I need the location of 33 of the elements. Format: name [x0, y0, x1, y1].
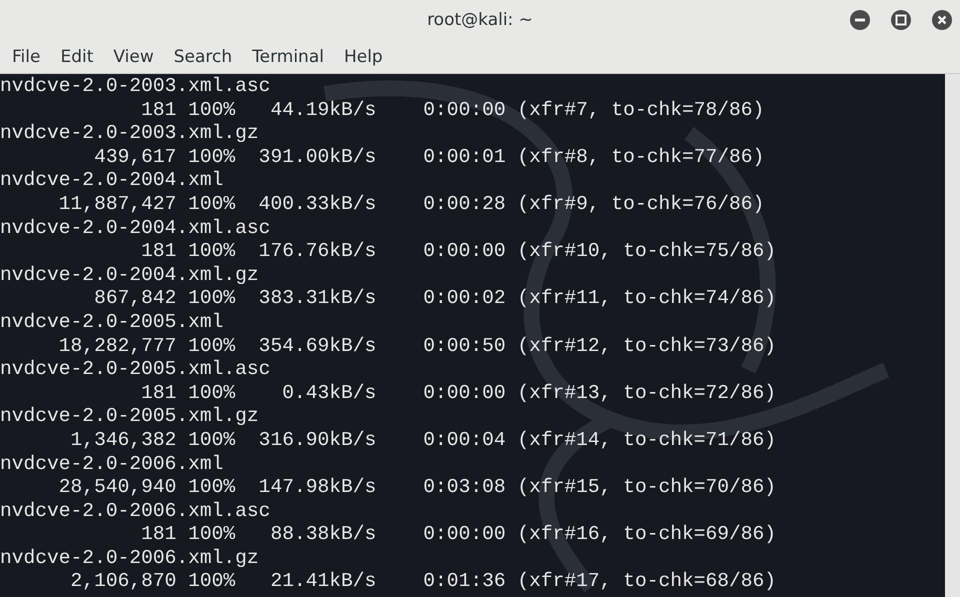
terminal-line: nvdcve-2.0-2004.xml.gz: [0, 264, 259, 288]
menu-item[interactable]: Terminal: [242, 46, 334, 66]
terminal-line: nvdcve-2.0-2005.xml: [0, 310, 224, 335]
terminal-line: 439,617 100% 391.00kB/s 0:00:01 (xfr#8, to-chk=77/86): [93, 146, 764, 170]
menu-item[interactable]: Edit: [50, 46, 104, 66]
menu-item[interactable]: View: [103, 46, 164, 66]
terminal-line: nvdcve-2.0-2004.xml: [0, 169, 224, 193]
terminal-line: 181 100% 44.19kB/s 0:00:00 (xfr#7, to-chk=78/86): [140, 98, 764, 122]
terminal-line: 181 100% 176.76kB/s 0:00:00 (xfr#10, to-chk=75/86): [140, 240, 776, 264]
terminal-line: 18,282,777 100% 354.69kB/s 0:00:50 (xfr#12, to-chk=73/86): [58, 334, 776, 358]
terminal-line: nvdcve-2.0-2003.xml.gz: [0, 122, 259, 146]
terminal-line: nvdcve-2.0-2005.xml.gz: [0, 405, 259, 429]
terminal-line: 2,106,870 100% 21.41kB/s 0:01:36 (xfr#17, to-chk=68/86): [70, 570, 776, 594]
scroll-bar[interactable]: [945, 74, 960, 597]
minimize-icon[interactable]: [850, 10, 870, 30]
terminal-line: nvdcve-2.0-2003.xml.asc: [0, 75, 270, 99]
terminal-line: nvdcve-2.0-2006.xml: [0, 452, 224, 476]
window-title: root@kali: ~: [427, 10, 533, 30]
terminal-line: nvdcve-2.0-2006.xml.asc: [0, 500, 270, 524]
menu-item[interactable]: Help: [334, 46, 393, 66]
terminal-line: nvdcve-2.0-2005.xml.asc: [0, 358, 270, 382]
maximize-icon[interactable]: [891, 10, 911, 30]
terminal-line: 181 100% 0.43kB/s 0:00:00 (xfr#13, to-chk=72/86): [140, 382, 776, 406]
terminal-line: 28,540,940 100% 147.98kB/s 0:03:08 (xfr#15, to-chk=70/86): [58, 476, 776, 500]
terminal-line: nvdcve-2.0-2004.xml.asc: [0, 216, 270, 240]
terminal-line: 1,346,382 100% 316.90kB/s 0:00:04 (xfr#14, to-chk=71/86): [70, 428, 776, 452]
terminal-line: 11,887,427 100% 400.33kB/s 0:00:28 (xfr#9, to-chk=76/86): [58, 192, 764, 217]
terminal-line: 867,842 100% 383.31kB/s 0:00:02 (xfr#11, to-chk=74/86): [93, 287, 776, 311]
terminal-line: nvdcve-2.0-2006.xml.gz: [0, 546, 259, 570]
terminal-line: 181 100% 88.38kB/s 0:00:00 (xfr#16, to-chk=69/86): [140, 523, 776, 547]
menu-item[interactable]: Search: [164, 46, 242, 66]
menu-item[interactable]: File: [2, 46, 50, 66]
close-icon[interactable]: [932, 10, 952, 30]
